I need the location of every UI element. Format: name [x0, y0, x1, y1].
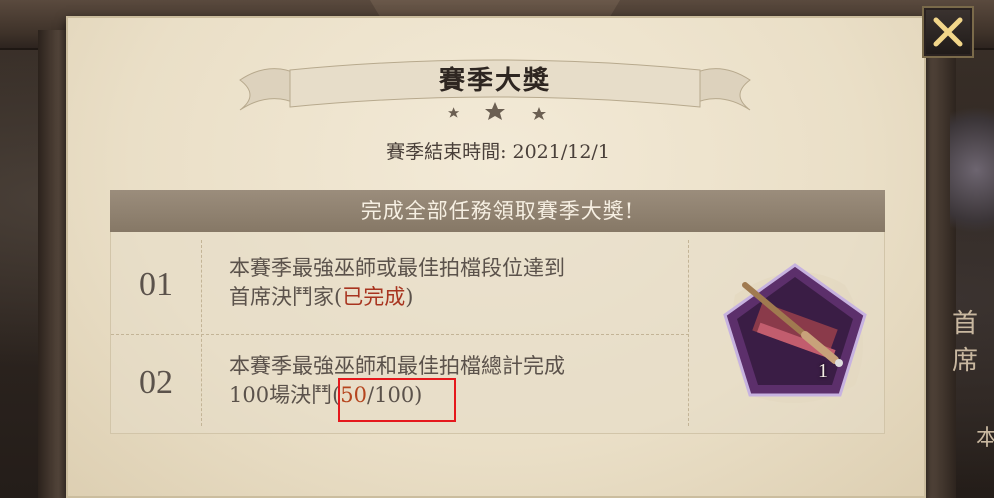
task-number: 01 — [139, 266, 173, 303]
task-number: 02 — [139, 364, 173, 401]
background-text-top: 首席 — [952, 309, 979, 376]
season-end-time: 賽季結束時間: 2021/12/1 — [386, 141, 610, 163]
wand-icon — [723, 263, 867, 403]
tasks-header: 完成全部任務領取賽季大獎! — [110, 190, 885, 232]
background-emblem — [950, 90, 994, 250]
task-status-complete: 已完成 — [342, 285, 406, 309]
task-line: 本賽季最強巫師或最佳拍檔段位達到 — [229, 256, 565, 280]
close-icon — [933, 17, 963, 47]
task-line: 首席決鬥家(已完成) — [229, 285, 414, 309]
reward-count: 1 — [818, 360, 828, 382]
progress-highlight-box — [338, 378, 456, 422]
reward-item[interactable] — [715, 255, 875, 415]
close-button[interactable] — [922, 6, 974, 58]
page-title: 賽季大獎 — [438, 66, 551, 96]
stars-decoration — [448, 102, 546, 120]
task-description: 本賽季最強巫師或最佳拍檔段位達到 首席決鬥家(已完成) — [229, 254, 669, 312]
background-text-bottom: 本 — [976, 426, 994, 451]
task-line: 本賽季最強巫師和最佳拍檔總計完成 — [229, 354, 565, 378]
